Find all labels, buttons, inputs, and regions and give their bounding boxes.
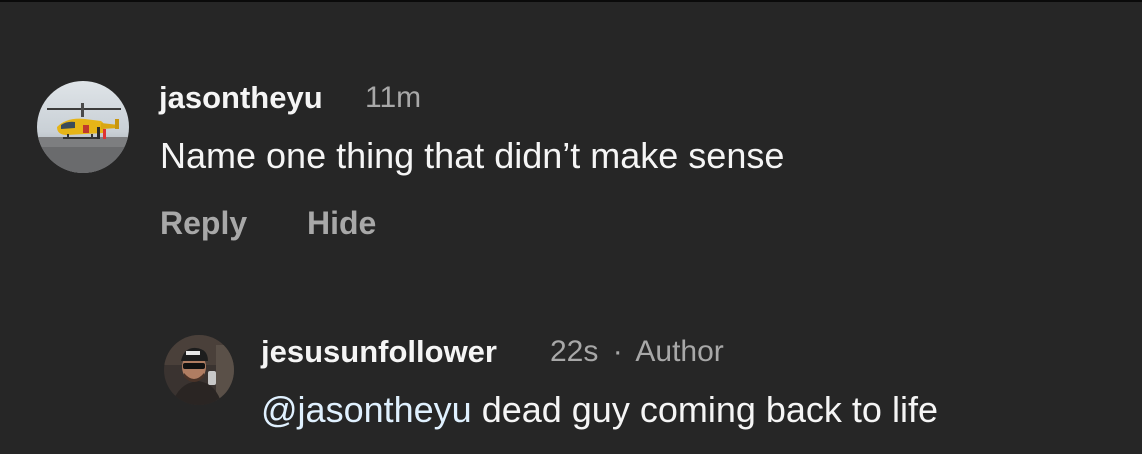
avatar[interactable] (164, 335, 234, 405)
comment-username[interactable]: jasontheyu (159, 80, 323, 116)
top-divider (0, 0, 1142, 2)
person-selfie-photo-icon (164, 335, 234, 405)
comment-timestamp: 11m (365, 81, 422, 114)
meta-separator: · (612, 335, 623, 368)
reply-button[interactable]: Reply (160, 205, 247, 242)
hide-button[interactable]: Hide (307, 205, 376, 242)
reply-text-content: dead guy coming back to life (471, 389, 938, 430)
reply-username[interactable]: jesusunfollower (261, 334, 497, 370)
helicopter-photo-icon (37, 81, 129, 173)
avatar[interactable] (37, 81, 129, 173)
comments-thread: jasontheyu 11m Name one thing that didn’… (0, 0, 1142, 454)
reply-text: @jasontheyu dead guy coming back to life (261, 389, 938, 431)
reply-meta: 22s · Author (550, 335, 724, 369)
comment-text: Name one thing that didn’t make sense (160, 135, 785, 176)
mention-link[interactable]: @jasontheyu (261, 389, 472, 430)
reply-timestamp: 22s (550, 335, 599, 368)
author-badge: Author (635, 335, 724, 368)
